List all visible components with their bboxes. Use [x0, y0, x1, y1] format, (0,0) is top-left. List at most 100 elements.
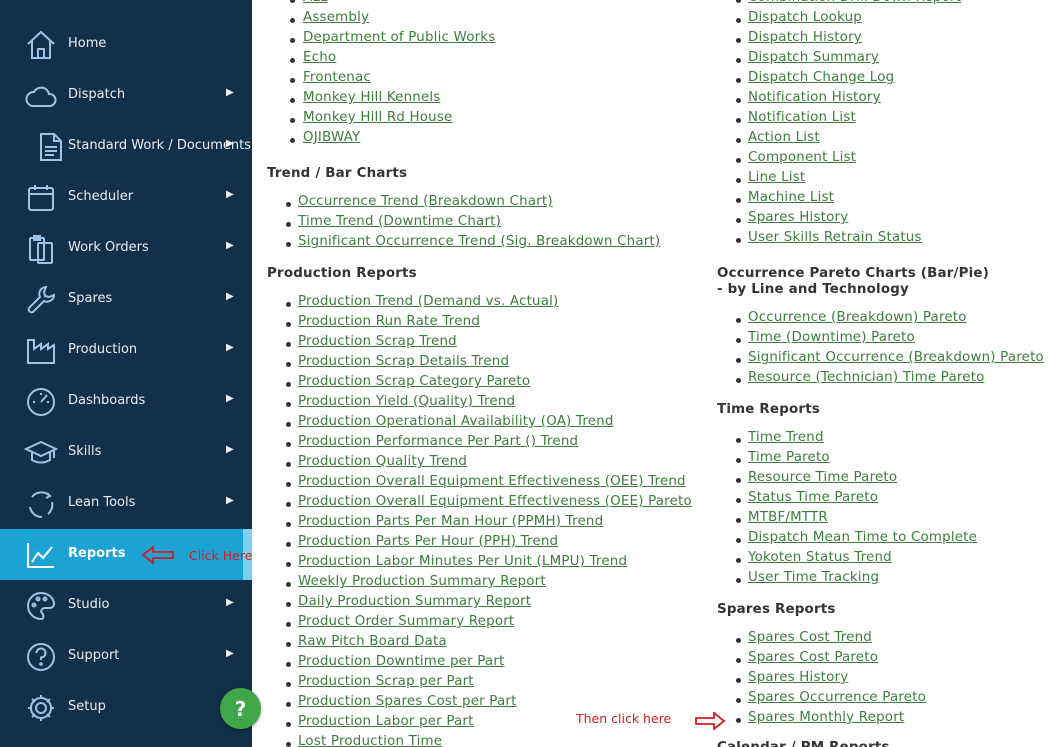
report-link[interactable]: Weekly Production Summary Report — [298, 574, 546, 589]
report-link[interactable]: Resource Time Pareto — [748, 470, 897, 485]
bullet-icon — [736, 118, 741, 123]
report-link[interactable]: MTBF/MTTR — [748, 510, 828, 525]
report-link[interactable]: Production Spares Cost per Part — [298, 694, 517, 709]
bullet-icon — [286, 682, 291, 687]
report-link[interactable]: Occurrence (Breakdown) Pareto — [748, 310, 967, 325]
report-link[interactable]: Time Trend — [748, 430, 824, 445]
report-link[interactable]: Dispatch Mean Time to Complete — [748, 530, 977, 545]
bullet-icon — [736, 218, 741, 223]
report-link[interactable]: Dispatch History — [748, 30, 862, 45]
report-link[interactable]: Production Scrap Category Pareto — [298, 374, 530, 389]
report-link[interactable]: Spares Monthly Report — [748, 710, 904, 725]
report-link[interactable]: Notification List — [748, 110, 856, 125]
report-link[interactable]: Production Parts Per Man Hour (PPMH) Tre… — [298, 514, 603, 529]
red-arrow-right-icon — [695, 712, 726, 730]
report-link[interactable]: Spares Cost Trend — [748, 630, 872, 645]
report-link[interactable]: Production Scrap Trend — [298, 334, 457, 349]
report-link[interactable]: Time (Downtime) Pareto — [748, 330, 915, 345]
report-link[interactable]: Production Performance Per Part () Trend — [298, 434, 578, 449]
report-link[interactable]: Time Pareto — [748, 450, 830, 465]
sidebar-item-production[interactable]: Production ▶ — [0, 325, 252, 376]
report-link[interactable]: Occurrence Trend (Breakdown Chart) — [298, 194, 553, 209]
bullet-icon — [736, 338, 741, 343]
bullet-icon — [736, 678, 741, 683]
report-link[interactable]: Echo — [303, 50, 336, 65]
bullet-icon — [736, 558, 741, 563]
report-link[interactable]: Production Trend (Demand vs. Actual) — [298, 294, 558, 309]
report-link[interactable]: Production Labor per Part — [298, 714, 474, 729]
bullet-icon — [286, 382, 291, 387]
report-link[interactable]: Production Scrap per Part — [298, 674, 474, 689]
sidebar-item-spares[interactable]: Spares ▶ — [0, 274, 252, 325]
report-link[interactable]: Spares Cost Pareto — [748, 650, 878, 665]
report-link[interactable]: Production Parts Per Hour (PPH) Trend — [298, 534, 558, 549]
sidebar-item-dispatch[interactable]: Dispatch ▶ — [0, 70, 252, 121]
report-link[interactable]: Spares History — [748, 210, 848, 225]
bullet-icon — [290, 38, 295, 43]
report-link[interactable]: Production Run Rate Trend — [298, 314, 480, 329]
report-link[interactable]: Daily Production Summary Report — [298, 594, 531, 609]
report-link[interactable]: Production Operational Availability (OA)… — [298, 414, 614, 429]
sidebar-item-standard-work[interactable]: Standard Work / Documents ▶ — [0, 121, 252, 172]
sidebar-item-studio[interactable]: Studio ▶ — [0, 580, 252, 631]
report-link[interactable]: Time Trend (Downtime Chart) — [298, 214, 501, 229]
report-link[interactable]: User Skills Retrain Status — [748, 230, 922, 245]
report-link[interactable]: Machine List — [748, 190, 834, 205]
report-link[interactable]: Monkey Hill Kennels — [303, 90, 440, 105]
gear-icon — [24, 691, 58, 725]
help-button[interactable]: ? — [220, 688, 261, 729]
bullet-icon — [736, 38, 741, 43]
sidebar-item-setup[interactable]: Setup — [0, 682, 252, 733]
report-link[interactable]: Dispatch Lookup — [748, 10, 862, 25]
sidebar-item-lean-tools[interactable]: Lean Tools ▶ — [0, 478, 252, 529]
report-link[interactable]: Department of Public Works — [303, 30, 495, 45]
sidebar-item-label: Scheduler — [68, 189, 134, 204]
report-link[interactable]: Production Quality Trend — [298, 454, 467, 469]
report-link[interactable]: Monkey Hill Rd House — [303, 110, 452, 125]
report-link[interactable]: Resource (Technician) Time Pareto — [748, 370, 985, 385]
report-link[interactable]: Assembly — [303, 10, 369, 25]
report-link[interactable]: Yokoten Status Trend — [748, 550, 892, 565]
report-link[interactable]: Dispatch Change Log — [748, 70, 894, 85]
sidebar-item-support[interactable]: Support ▶ — [0, 631, 252, 682]
report-link[interactable]: Spares Occurrence Pareto — [748, 690, 926, 705]
report-link[interactable]: Component List — [748, 150, 856, 165]
sidebar-item-work-orders[interactable]: Work Orders ▶ — [0, 223, 252, 274]
report-link[interactable]: Production Downtime per Part — [298, 654, 505, 669]
report-link[interactable]: Raw Pitch Board Data — [298, 634, 447, 649]
sidebar-item-label: Dashboards — [68, 393, 146, 408]
report-link[interactable]: Production Labor Minutes Per Unit (LMPU)… — [298, 554, 627, 569]
report-link[interactable]: ALL — [303, 0, 328, 5]
sidebar-item-dashboards[interactable]: Dashboards ▶ — [0, 376, 252, 427]
sidebar-item-scheduler[interactable]: Scheduler ▶ — [0, 172, 252, 223]
bullet-icon — [736, 578, 741, 583]
report-link[interactable]: Line List — [748, 170, 805, 185]
report-link[interactable]: Combination Drill Down Report — [748, 0, 961, 5]
bullet-icon — [286, 662, 291, 667]
chevron-right-icon: ▶ — [226, 393, 234, 404]
report-link[interactable]: Significant Occurrence Trend (Sig. Break… — [298, 234, 660, 249]
bullet-icon — [286, 322, 291, 327]
report-link[interactable]: Production Yield (Quality) Trend — [298, 394, 515, 409]
report-link[interactable]: Frontenac — [303, 70, 371, 85]
sidebar-item-home[interactable]: Home — [0, 19, 252, 70]
report-link[interactable]: Lost Production Time — [298, 734, 442, 747]
bullet-icon — [286, 462, 291, 467]
report-link[interactable]: OJIBWAY — [303, 130, 360, 145]
section-heading-pareto-sub: - by Line and Technology — [717, 282, 909, 297]
chevron-right-icon: ▶ — [226, 597, 234, 608]
report-link[interactable]: Action List — [748, 130, 820, 145]
bullet-icon — [286, 722, 291, 727]
report-link[interactable]: Production Overall Equipment Effectivene… — [298, 474, 686, 489]
report-link[interactable]: Spares History — [748, 670, 848, 685]
report-link[interactable]: Product Order Summary Report — [298, 614, 514, 629]
report-link[interactable]: Production Scrap Details Trend — [298, 354, 509, 369]
report-link[interactable]: Status Time Pareto — [748, 490, 878, 505]
report-link[interactable]: Notification History — [748, 90, 881, 105]
report-link[interactable]: Dispatch Summary — [748, 50, 879, 65]
report-link[interactable]: Production Overall Equipment Effectivene… — [298, 494, 692, 509]
chevron-right-icon: ▶ — [226, 444, 234, 455]
report-link[interactable]: User Time Tracking — [748, 570, 879, 585]
report-link[interactable]: Significant Occurrence (Breakdown) Paret… — [748, 350, 1044, 365]
sidebar-item-skills[interactable]: Skills ▶ — [0, 427, 252, 478]
